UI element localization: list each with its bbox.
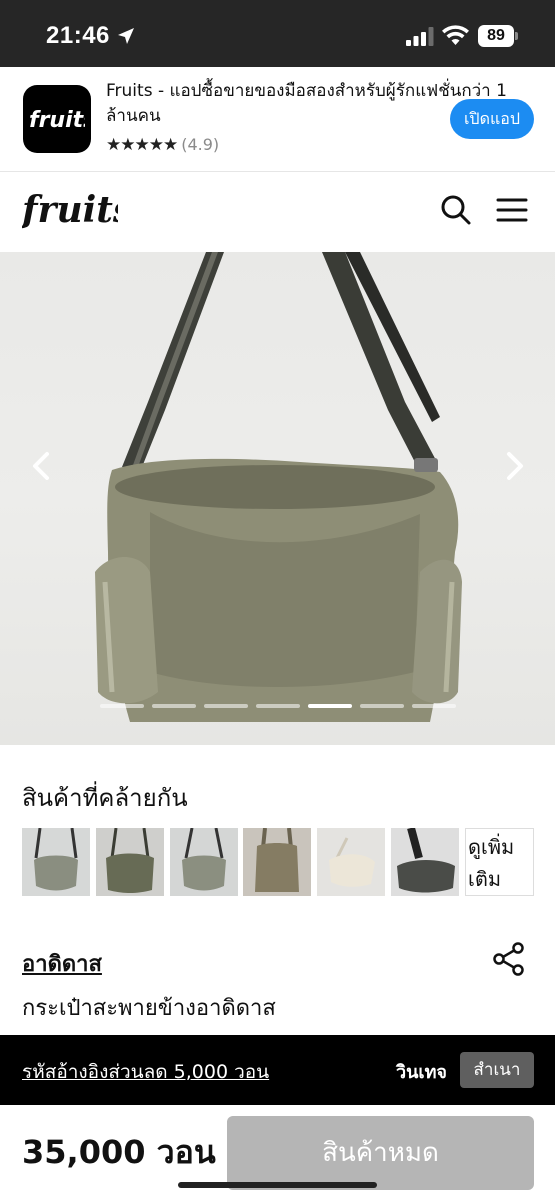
status-time: 21:46 [46,22,110,49]
chevron-right-icon[interactable] [498,450,530,482]
gallery-dot[interactable] [204,704,248,708]
site-header: fruits [0,172,555,252]
similar-product-thumb[interactable] [391,828,459,896]
wifi-icon [442,25,469,45]
star-rating-icon: ★★★★★ [106,135,178,155]
open-app-button[interactable]: เปิดแอป [450,99,534,139]
battery-level: 89 [478,25,514,47]
rating-score: (4.9) [181,135,220,154]
coupon-code: วินเทจ [396,1062,447,1083]
svg-text:fruits: fruits [22,189,118,231]
coupon-text[interactable]: รหัสอ้างอิงส่วนลด 5,000 วอน [22,1057,269,1087]
gallery-dot[interactable] [412,704,456,708]
similar-product-thumb[interactable] [243,828,311,896]
home-indicator [178,1182,377,1188]
app-install-banner: fruits Fruits - แอปซื้อขายของมือสองสำหรั… [0,67,555,172]
similar-products-list: ดูเพิ่มเติม [22,828,534,896]
similar-product-thumb[interactable] [317,828,385,896]
share-icon[interactable] [492,942,526,976]
fruits-logo[interactable]: fruits [22,188,118,234]
see-more-link[interactable]: ดูเพิ่มเติม [465,828,534,896]
location-arrow-icon [118,28,134,44]
gallery-pagination [100,704,456,708]
copy-code-button[interactable]: สำเนา [460,1052,534,1088]
gallery-dot[interactable] [152,704,196,708]
similar-product-thumb[interactable] [22,828,90,896]
product-name: กระเป๋าสะพายข้างอาดิดาส [22,996,276,1021]
search-icon[interactable] [440,194,472,226]
product-photo [95,252,462,722]
gallery-dot[interactable] [360,704,404,708]
similar-products-title: สินค้าที่คล้ายกัน [22,784,188,812]
battery-icon: 89 [478,25,518,47]
menu-icon[interactable] [496,196,528,224]
svg-text:fruits: fruits [29,108,85,133]
fruits-logo-icon: fruits [29,108,85,133]
sold-out-button[interactable]: สินค้าหมด [227,1116,534,1190]
status-bar: 21:46 89 [0,0,555,67]
chevron-left-icon[interactable] [26,450,58,482]
gallery-dot[interactable] [100,704,144,708]
product-price: 35,000 วอน [22,1133,216,1171]
coupon-bar: รหัสอ้างอิงส่วนลด 5,000 วอน วินเทจ สำเนา [0,1035,555,1105]
similar-product-thumb[interactable] [170,828,238,896]
gallery-dot[interactable] [256,704,300,708]
product-image-gallery[interactable] [0,252,555,745]
signal-icon [406,27,434,46]
similar-product-thumb[interactable] [96,828,164,896]
app-icon: fruits [23,85,91,153]
brand-link[interactable]: อาดิดาส [22,946,102,981]
app-rating: ★★★★★ (4.9) [106,135,219,155]
gallery-dot-active[interactable] [308,704,352,708]
